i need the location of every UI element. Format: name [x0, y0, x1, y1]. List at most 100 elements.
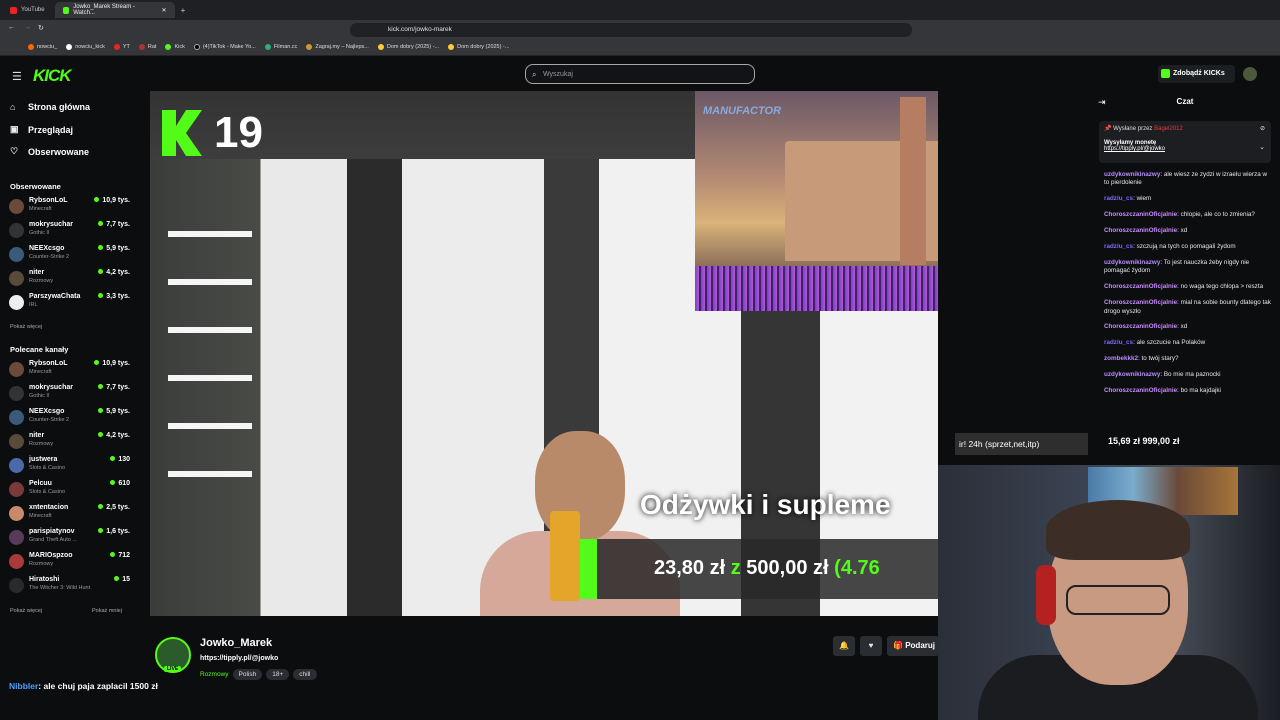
chat-username[interactable]: ChoroszczaninOficjalnie	[1104, 299, 1177, 306]
chat-username[interactable]: ChoroszczaninOficjalnie	[1104, 323, 1177, 330]
chat-username[interactable]: radziu_cs	[1104, 243, 1133, 250]
get-kicks-button[interactable]: Zdobądź KICKs	[1158, 65, 1235, 83]
kick-logo[interactable]: KICK	[33, 66, 72, 86]
channel-name[interactable]: Jowko_Marek	[200, 637, 272, 649]
beer-glass	[550, 511, 580, 601]
chat-username[interactable]: uzdykownikinazwy	[1104, 171, 1160, 178]
chat-text: xd	[1180, 227, 1188, 235]
close-tab-icon[interactable]: ✕	[162, 7, 167, 14]
reload-icon[interactable]: ↻	[38, 24, 44, 32]
menu-icon[interactable]: ☰	[12, 70, 22, 83]
chevron-down-icon[interactable]: ⌄	[1259, 143, 1265, 151]
webcam-hair	[1046, 500, 1190, 560]
collapse-chat-icon[interactable]: ⇥	[1098, 91, 1106, 113]
forward-icon[interactable]: →	[24, 24, 31, 31]
sidebar-channel[interactable]: xntentacion Minecraft 2,5 tys.	[9, 503, 134, 525]
sidebar-channel[interactable]: mokrysuchar Gothic II 7,7 tys.	[9, 220, 134, 242]
browse-icon: ▣	[10, 124, 19, 134]
sidebar-channel[interactable]: niter Rozmowy 4,2 tys.	[9, 431, 134, 453]
nav-home[interactable]: ⌂ Strona główna	[10, 102, 90, 112]
chat-username[interactable]: radziu_cs	[1104, 195, 1133, 202]
heart-icon: ♡	[10, 146, 19, 156]
get-kicks-label: Zdobądź KICKs	[1173, 70, 1225, 77]
sidebar-channel[interactable]: NEEXcsgo Counter-Strike 2 5,9 tys.	[9, 244, 134, 266]
channel-name: niter	[29, 269, 45, 276]
chat-username[interactable]: radziu_cs	[1104, 339, 1133, 346]
sidebar-channel[interactable]: mokrysuchar Gothic II 7,7 tys.	[9, 383, 134, 405]
kick-count-value: 19	[214, 108, 263, 157]
bookmark-item[interactable]: Dom dobry (2025) -...	[377, 44, 439, 50]
url-field[interactable]: kick.com/jowko-marek	[350, 23, 912, 37]
channel-category: Rozmowy	[29, 441, 54, 447]
bookmark-item[interactable]: YT	[113, 44, 130, 50]
sidebar-channel[interactable]: Pelcuu Slots & Casino 610	[9, 479, 134, 501]
bookmark-item[interactable]: (4)TikTok - Make Yo...	[193, 44, 256, 50]
pinned-message[interactable]: 📌 Wysłane przez Bagel2012 ⊘ Wysyłamy mon…	[1099, 121, 1271, 163]
back-icon[interactable]: ←	[8, 24, 15, 31]
chat-text: to twój stary?	[1141, 355, 1179, 363]
sidebar-channel[interactable]: RybsonLoL Minecraft 10,9 tys.	[9, 359, 134, 381]
new-tab-icon[interactable]: +	[181, 6, 186, 15]
viewer-count: 2,5 tys.	[98, 504, 130, 511]
sidebar-channel[interactable]: justwera Slots & Casino 130	[9, 455, 134, 477]
viewer-count: 5,9 tys.	[98, 245, 130, 252]
sidebar-channel[interactable]: MARIOspzoo Rozmowy 712	[9, 551, 134, 573]
nav-browse[interactable]: ▣ Przeglądaj	[10, 124, 73, 135]
chat-username[interactable]: ChoroszczaninOficjalnie	[1104, 227, 1177, 234]
show-more-recommended[interactable]: Pokaż więcej	[10, 608, 42, 614]
chat-panel: ⇥ Czat 📌 Wysłane przez Bagel2012 ⊘ Wysyła…	[1090, 91, 1280, 465]
video-player[interactable]: 19 MANUFACTOR Odżywki i supleme 23,80 zł…	[150, 91, 938, 616]
bookmark-item[interactable]: Rat	[138, 44, 156, 50]
bookmark-item[interactable]: Zagraj.my – Najleps...	[306, 44, 369, 50]
chat-username[interactable]: ChoroszczaninOficjalnie	[1104, 387, 1177, 394]
channel-name: parispiatynov	[29, 528, 75, 535]
chat-username[interactable]: uzdykownikinazwy	[1104, 371, 1160, 378]
sidebar-channel[interactable]: niter Rozmowy 4,2 tys.	[9, 268, 134, 290]
tab-youtube[interactable]: YouTube	[2, 2, 53, 18]
channel-name: NEEXcsgo	[29, 408, 65, 415]
kicks-icon	[1161, 69, 1170, 78]
chat-username[interactable]: ChoroszczaninOficjalnie	[1104, 283, 1177, 290]
bookmark-item[interactable]: nowciu_kick	[66, 44, 105, 50]
bookmark-item[interactable]: nowciu_	[28, 44, 57, 50]
viewer-count: 130	[110, 456, 130, 463]
sidebar-channel[interactable]: NEEXcsgo Counter-Strike 2 5,9 tys.	[9, 407, 134, 429]
bookmark-item[interactable]: Filman.cc	[264, 44, 297, 50]
bookmark-item[interactable]: Dom dobry (2025) -...	[448, 44, 509, 50]
category-link[interactable]: Rozmowy	[200, 669, 229, 680]
sidebar-channel[interactable]: RybsonLoL Minecraft 10,9 tys.	[9, 196, 134, 218]
sidebar-channel[interactable]: Hiratoshi The Witcher 3: Wild Hunt 15	[9, 575, 134, 597]
tag[interactable]: 18+	[266, 669, 290, 680]
webcam-glasses	[1066, 585, 1170, 615]
tag[interactable]: chill	[293, 669, 317, 680]
tab-label: YouTube	[21, 7, 45, 13]
chat-username[interactable]: uzdykownikinazwy	[1104, 259, 1160, 266]
tag[interactable]: Polish	[232, 669, 263, 680]
follow-button[interactable]: ♥	[860, 636, 882, 656]
chat-text: szczują na tych co pomagali żydom	[1136, 243, 1236, 251]
chat-username[interactable]: zombekkk2	[1104, 355, 1138, 362]
home-icon: ⌂	[10, 102, 16, 112]
chat-text: bo ma kajdajki	[1180, 387, 1221, 395]
notifications-button[interactable]: 🔔	[833, 636, 855, 656]
tab-kick-stream[interactable]: Jowko_Marek Stream - Watch... ✕	[54, 2, 175, 18]
chat-message: radziu_cs: szczują na tych co pomagali ż…	[1104, 243, 1236, 251]
show-less-recommended[interactable]: Pokaż mniej	[92, 608, 122, 614]
search-input[interactable]: ⌕ Wyszukaj	[525, 64, 755, 84]
user-avatar[interactable]	[1243, 67, 1257, 81]
stream-info: LIVE Jowko_Marek https://tipply.pl/@jowk…	[150, 633, 940, 683]
sidebar: ⌂ Strona główna ▣ Przeglądaj ♡ Obserwowane …	[0, 91, 140, 631]
chat-message: uzdykownikinazwy: Bo mie ma paznocki	[1104, 371, 1221, 379]
channel-category: Minecraft	[29, 513, 52, 519]
gift-sub-button[interactable]: 🎁 Podaruj	[887, 636, 939, 656]
sidebar-channel[interactable]: parispiatynov Grand Theft Auto ... 1,6 tys…	[9, 527, 134, 549]
unpin-icon[interactable]: ⊘	[1260, 125, 1265, 132]
nav-following[interactable]: ♡ Obserwowane	[10, 146, 89, 157]
bookmark-item[interactable]: Kick	[165, 44, 185, 50]
show-more-followed[interactable]: Pokaż więcej	[10, 324, 42, 330]
pinned-link[interactable]: https://tipply.pl/@jowko	[1104, 146, 1266, 152]
chat-username[interactable]: ChoroszczaninOficjalnie	[1104, 211, 1177, 218]
sidebar-channel[interactable]: ParszywaChata IRL 3,3 tys.	[9, 292, 134, 314]
channel-category: Rozmowy	[29, 278, 54, 284]
stream-title-link[interactable]: https://tipply.pl/@jowko	[200, 655, 278, 662]
